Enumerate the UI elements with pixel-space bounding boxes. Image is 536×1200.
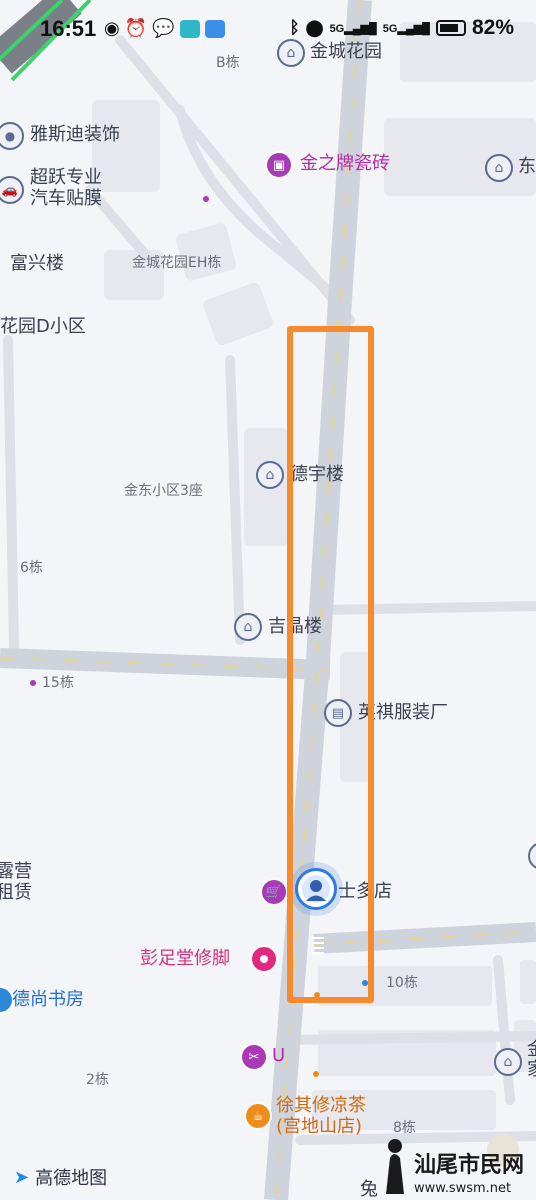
watermark-text: 汕尾市民网 (414, 1152, 524, 1178)
notification-icons: ◉ ⏰ 💬 (104, 18, 225, 39)
boss-app-icon (179, 20, 200, 39)
app-logo-text: 高德地图 (35, 1168, 108, 1189)
residential-icon[interactable]: ⌂ (234, 613, 262, 641)
poi-deshang[interactable]: 德尚书房 (12, 990, 84, 1010)
status-time: 16:51 (40, 16, 97, 41)
poi-luying[interactable]: 露营 租赁 (0, 861, 32, 903)
system-status: ᛒ ⬤ 5G▂▄▆█ 5G▂▄▆█ 82% (289, 16, 514, 40)
watermark-graphic: 汕尾市民网 www.swsm.net (386, 1134, 524, 1196)
signal-icon: 5G▂▄▆█ (329, 22, 377, 35)
spa-icon[interactable] (250, 945, 278, 973)
label-6dong: 6栋 (20, 560, 43, 576)
shop-icon[interactable]: ▣ (265, 151, 293, 179)
label-jindong3: 金东小区3座 (124, 483, 203, 499)
label-15dong: 15栋 (42, 675, 74, 691)
poi-xuqixiu[interactable]: 徐其修凉茶 (宫地山店) (276, 1095, 366, 1137)
battery-percent: 82% (471, 16, 514, 39)
poi-pengzutang[interactable]: 彭足堂修脚 (140, 949, 230, 969)
scissors-icon[interactable]: ✂ (240, 1043, 268, 1071)
poi-dot[interactable] (203, 196, 209, 202)
cart-icon[interactable]: 🛒 (260, 878, 288, 906)
label-2dong: 2栋 (86, 1072, 109, 1088)
eye-icon: ◉ (104, 18, 120, 38)
navigation-arrow-icon: ➤ (14, 1166, 30, 1188)
shopping-bag-icon (204, 20, 225, 39)
map-canvas[interactable]: ⌂ 金城花园 B栋 ● 雅斯迪装饰 ▣ 金之牌瓷砖 ⌂ 东 🚗 超跃专业 汽车贴… (0, 0, 536, 1200)
location-icon: ⬤ (305, 20, 324, 37)
label-10dong: 10栋 (386, 975, 418, 991)
poi-chaoyue[interactable]: 超跃专业 汽车贴膜 (30, 167, 102, 209)
residential-icon[interactable]: ⌂ (494, 1048, 522, 1076)
poi-jinzhipai[interactable]: 金之牌瓷砖 (300, 154, 390, 174)
residential-icon[interactable]: ⌂ (485, 154, 513, 182)
watermark: 汕尾市民网 www.swsm.net (368, 1132, 528, 1196)
bluetooth-icon: ᛒ (289, 18, 300, 37)
battery-icon (435, 20, 466, 36)
amap-logo: ➤ 高德地图 (14, 1164, 107, 1190)
poi-dot[interactable] (313, 1071, 319, 1077)
status-bar: 16:51 ◉ ⏰ 💬 ᛒ ⬤ 5G▂▄▆█ 5G▂▄▆█ 82% (0, 0, 536, 56)
label-b-dong: B栋 (216, 55, 240, 71)
poi-jinjia[interactable]: 金 家 (527, 1040, 536, 1080)
tea-icon[interactable]: ☕ (244, 1102, 272, 1130)
wechat-icon: 💬 (152, 18, 175, 38)
residential-icon[interactable]: ⌂ (256, 461, 284, 489)
signal-icon: 5G▂▄▆█ (382, 22, 430, 35)
alarm-icon: ⏰ (124, 18, 148, 38)
poi-dot[interactable] (30, 680, 36, 686)
label-jinchengeh: 金城花园EH栋 (132, 255, 222, 271)
poi-huayuand[interactable]: 花园D小区 (0, 317, 86, 337)
watermark-url: www.swsm.net (414, 1181, 511, 1196)
poi-dong[interactable]: 东 (518, 157, 536, 177)
highlight-rectangle (287, 326, 374, 1003)
poi-yasidi[interactable]: 雅斯迪装饰 (30, 125, 120, 145)
poi-u[interactable]: U (272, 1046, 285, 1066)
poi-fuxinglou[interactable]: 富兴楼 (10, 254, 64, 274)
